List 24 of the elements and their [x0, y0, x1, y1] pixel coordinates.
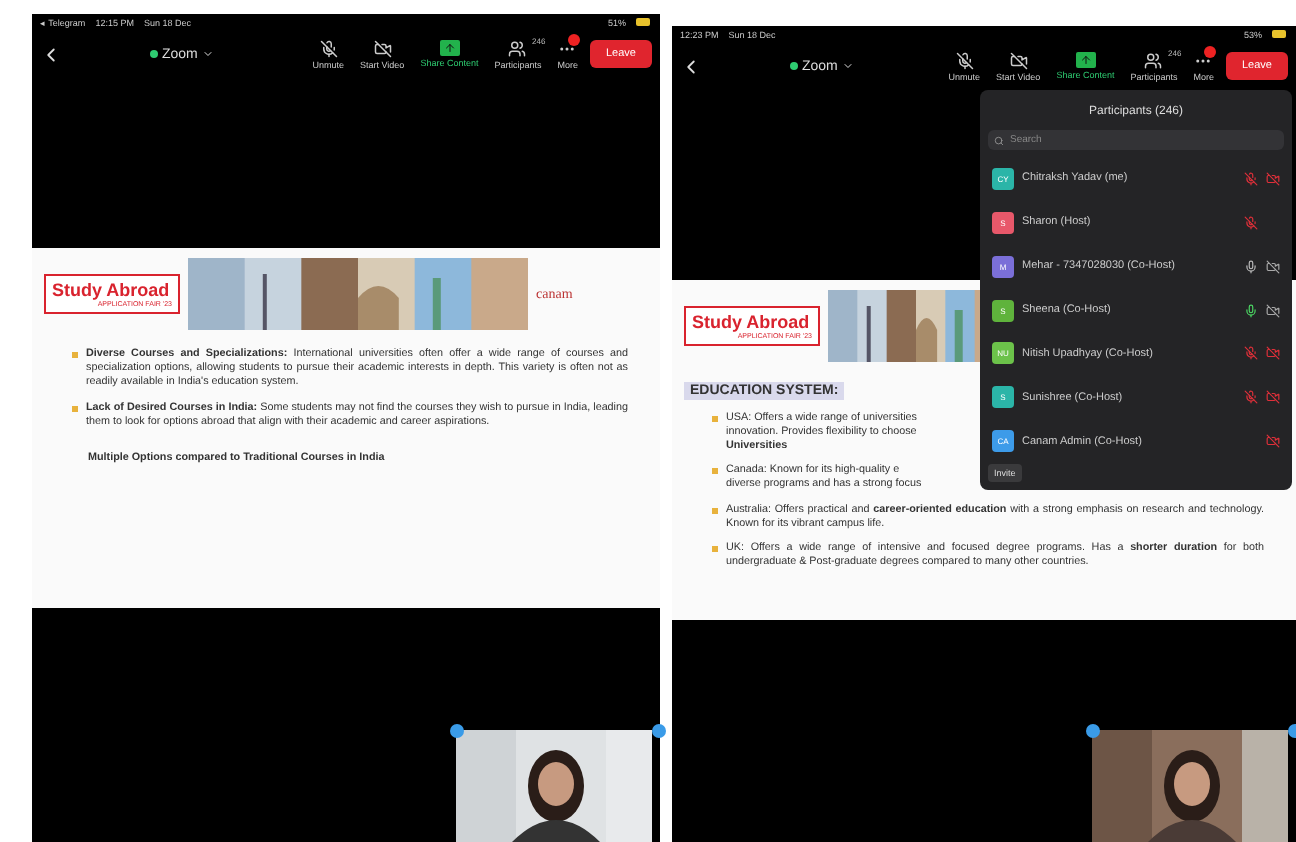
- share-icon: [1075, 52, 1096, 68]
- video-off-icon: [373, 39, 392, 57]
- caret-icon: [841, 60, 854, 72]
- battery-icon: [1272, 30, 1288, 38]
- mic-off-icon: [319, 39, 338, 57]
- bullet-icon: [712, 416, 718, 422]
- bullet-icon: [712, 507, 718, 514]
- battery-icon: [636, 18, 652, 26]
- bullet-icon: [712, 546, 718, 553]
- resize-handle[interactable]: [1086, 724, 1100, 738]
- bullet-icon: [72, 406, 78, 413]
- share-icon: [439, 40, 460, 56]
- video-off-icon: [1009, 51, 1028, 69]
- caret-icon: [201, 48, 214, 60]
- search-icon: [994, 135, 1004, 145]
- resize-handle[interactable]: [450, 724, 464, 738]
- mic-off-icon: [955, 51, 974, 69]
- resize-handle[interactable]: [652, 724, 666, 738]
- logo-title: Study Abroad: [52, 280, 172, 300]
- logo-title: Study Abroad: [692, 312, 812, 332]
- bullet-icon: [72, 352, 78, 358]
- people-icon: [1144, 51, 1163, 69]
- people-icon: [508, 39, 527, 57]
- bullet-icon: [712, 468, 718, 475]
